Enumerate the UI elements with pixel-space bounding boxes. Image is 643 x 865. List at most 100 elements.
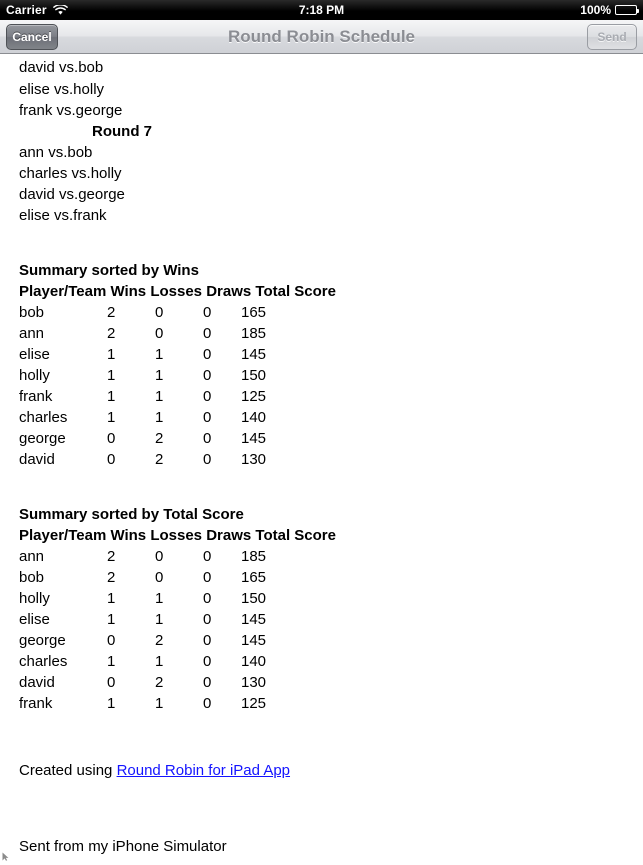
cell-draws: 0 xyxy=(203,674,212,691)
cell-score: 130 xyxy=(241,451,267,468)
cancel-button[interactable]: Cancel xyxy=(6,23,58,50)
cell-player: ann xyxy=(19,548,45,565)
header-draws: Draws xyxy=(206,283,252,300)
mail-compose-body[interactable]: david vs.bob elise vs.holly frank vs.geo… xyxy=(0,54,643,861)
navigation-bar: Cancel Round Robin Schedule Send xyxy=(0,20,643,54)
cell-wins: 0 xyxy=(107,430,116,447)
table-row: charles 1 1 0 140 xyxy=(0,651,643,672)
cell-losses: 1 xyxy=(155,653,164,670)
table-row: george 0 2 0 145 xyxy=(0,428,643,449)
cell-score: 150 xyxy=(241,590,267,607)
cell-draws: 0 xyxy=(203,632,212,649)
table-row: ann 2 0 0 185 xyxy=(0,323,643,344)
cell-wins: 1 xyxy=(107,409,116,426)
cell-player: david xyxy=(19,674,55,691)
cell-player: george xyxy=(19,632,66,649)
cell-draws: 0 xyxy=(203,430,212,447)
cell-score: 140 xyxy=(241,409,267,426)
cell-player: holly xyxy=(19,590,50,607)
match-line: frank vs.george xyxy=(19,102,123,119)
cell-draws: 0 xyxy=(203,325,212,342)
cell-losses: 1 xyxy=(155,695,164,712)
cell-player: frank xyxy=(19,388,53,405)
cell-score: 145 xyxy=(241,346,267,363)
cell-losses: 2 xyxy=(155,632,164,649)
table-row: holly 1 1 0 150 xyxy=(0,365,643,386)
page-title: Round Robin Schedule xyxy=(228,26,415,46)
cell-wins: 1 xyxy=(107,653,116,670)
cell-score: 125 xyxy=(241,388,267,405)
cell-score: 130 xyxy=(241,674,267,691)
cell-wins: 1 xyxy=(107,590,116,607)
cell-score: 145 xyxy=(241,611,267,628)
status-bar-right: 100% xyxy=(580,3,639,17)
cell-score: 165 xyxy=(241,569,267,586)
summary-wins-header-row: Player/Team Wins Losses Draws Total Scor… xyxy=(0,281,643,302)
battery-full-icon xyxy=(615,5,639,15)
cell-player: ann xyxy=(19,325,45,342)
text-cursor-icon xyxy=(2,848,9,861)
cell-wins: 1 xyxy=(107,695,116,712)
wifi-icon xyxy=(52,3,68,16)
cell-losses: 1 xyxy=(155,367,164,384)
cell-wins: 2 xyxy=(107,304,116,321)
cell-losses: 0 xyxy=(155,548,164,565)
table-row: david 0 2 0 130 xyxy=(0,672,643,693)
cell-losses: 2 xyxy=(155,430,164,447)
header-draws: Draws xyxy=(206,527,252,544)
app-store-link[interactable]: Round Robin for iPad App xyxy=(117,762,290,779)
cell-losses: 2 xyxy=(155,674,164,691)
match-line: elise vs.holly xyxy=(19,81,105,98)
summary-score-header-row: Player/Team Wins Losses Draws Total Scor… xyxy=(0,525,643,546)
cell-wins: 1 xyxy=(107,367,116,384)
status-bar: Carrier 7:18 PM 100% xyxy=(0,0,643,20)
table-row: elise 1 1 0 145 xyxy=(0,609,643,630)
cell-player: charles xyxy=(19,409,68,426)
cell-wins: 0 xyxy=(107,632,116,649)
cell-draws: 0 xyxy=(203,451,212,468)
cell-losses: 1 xyxy=(155,346,164,363)
cell-score: 150 xyxy=(241,367,267,384)
cell-losses: 0 xyxy=(155,304,164,321)
table-row: elise 1 1 0 145 xyxy=(0,344,643,365)
cell-losses: 1 xyxy=(155,611,164,628)
header-losses: Losses xyxy=(150,283,203,300)
credit-prefix: Created using xyxy=(19,762,117,779)
cell-player: charles xyxy=(19,653,68,670)
cell-player: frank xyxy=(19,695,53,712)
cell-wins: 0 xyxy=(107,674,116,691)
table-row: david 0 2 0 130 xyxy=(0,449,643,470)
cell-score: 125 xyxy=(241,695,267,712)
cell-draws: 0 xyxy=(203,409,212,426)
header-wins: Wins xyxy=(110,283,147,300)
table-row: charles 1 1 0 140 xyxy=(0,407,643,428)
cell-score: 145 xyxy=(241,430,267,447)
round-heading: Round 7 xyxy=(92,123,152,140)
table-row: frank 1 1 0 125 xyxy=(0,693,643,714)
header-losses: Losses xyxy=(150,527,203,544)
cell-losses: 0 xyxy=(155,569,164,586)
summary-wins-title: Summary sorted by Wins xyxy=(19,262,199,279)
send-button[interactable]: Send xyxy=(587,23,637,50)
header-score: Total Score xyxy=(255,283,336,300)
cell-draws: 0 xyxy=(203,346,212,363)
cell-draws: 0 xyxy=(203,695,212,712)
header-wins: Wins xyxy=(110,527,147,544)
cell-draws: 0 xyxy=(203,611,212,628)
cell-score: 165 xyxy=(241,304,267,321)
cell-wins: 1 xyxy=(107,346,116,363)
cell-wins: 2 xyxy=(107,325,116,342)
cell-draws: 0 xyxy=(203,548,212,565)
header-player: Player/Team xyxy=(19,527,107,544)
cell-losses: 1 xyxy=(155,409,164,426)
cell-draws: 0 xyxy=(203,304,212,321)
credit-line: Created using Round Robin for iPad App xyxy=(0,760,643,781)
cell-score: 185 xyxy=(241,325,267,342)
cell-draws: 0 xyxy=(203,569,212,586)
cell-score: 140 xyxy=(241,653,267,670)
cell-wins: 1 xyxy=(107,388,116,405)
